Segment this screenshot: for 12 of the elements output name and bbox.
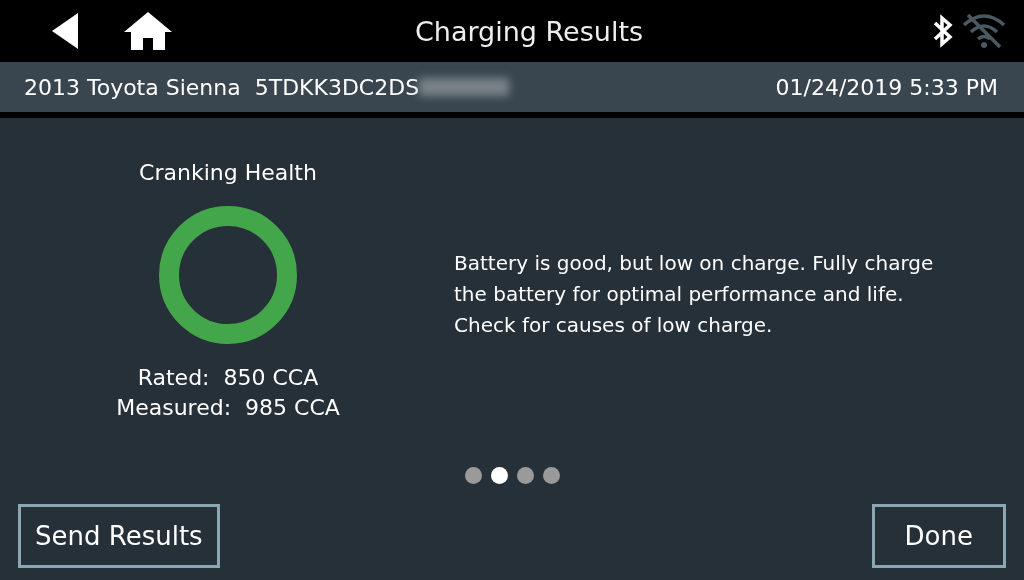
send-results-button[interactable]: Send Results (18, 504, 220, 568)
gauge-title: Cranking Health (139, 160, 317, 185)
result-message: Battery is good, but low on charge. Fully charge the battery for optimal performance and life. Check for causes of low charge. (453, 250, 935, 339)
rated-value: Rated: 850 CCA (137, 364, 319, 392)
vin-text: 5TDKK3DC2DS (254, 74, 420, 100)
vehicle-name: 2013 Toyota Sienna (24, 74, 241, 100)
screen-title: Charging Results (414, 15, 644, 47)
done-button[interactable]: Done (871, 504, 1006, 568)
home-icon[interactable] (124, 12, 172, 50)
measured-value: Measured: 985 CCA (116, 394, 340, 422)
back-icon[interactable] (52, 13, 80, 49)
date-time: 01/24/2019 5:33 PM (775, 74, 998, 100)
